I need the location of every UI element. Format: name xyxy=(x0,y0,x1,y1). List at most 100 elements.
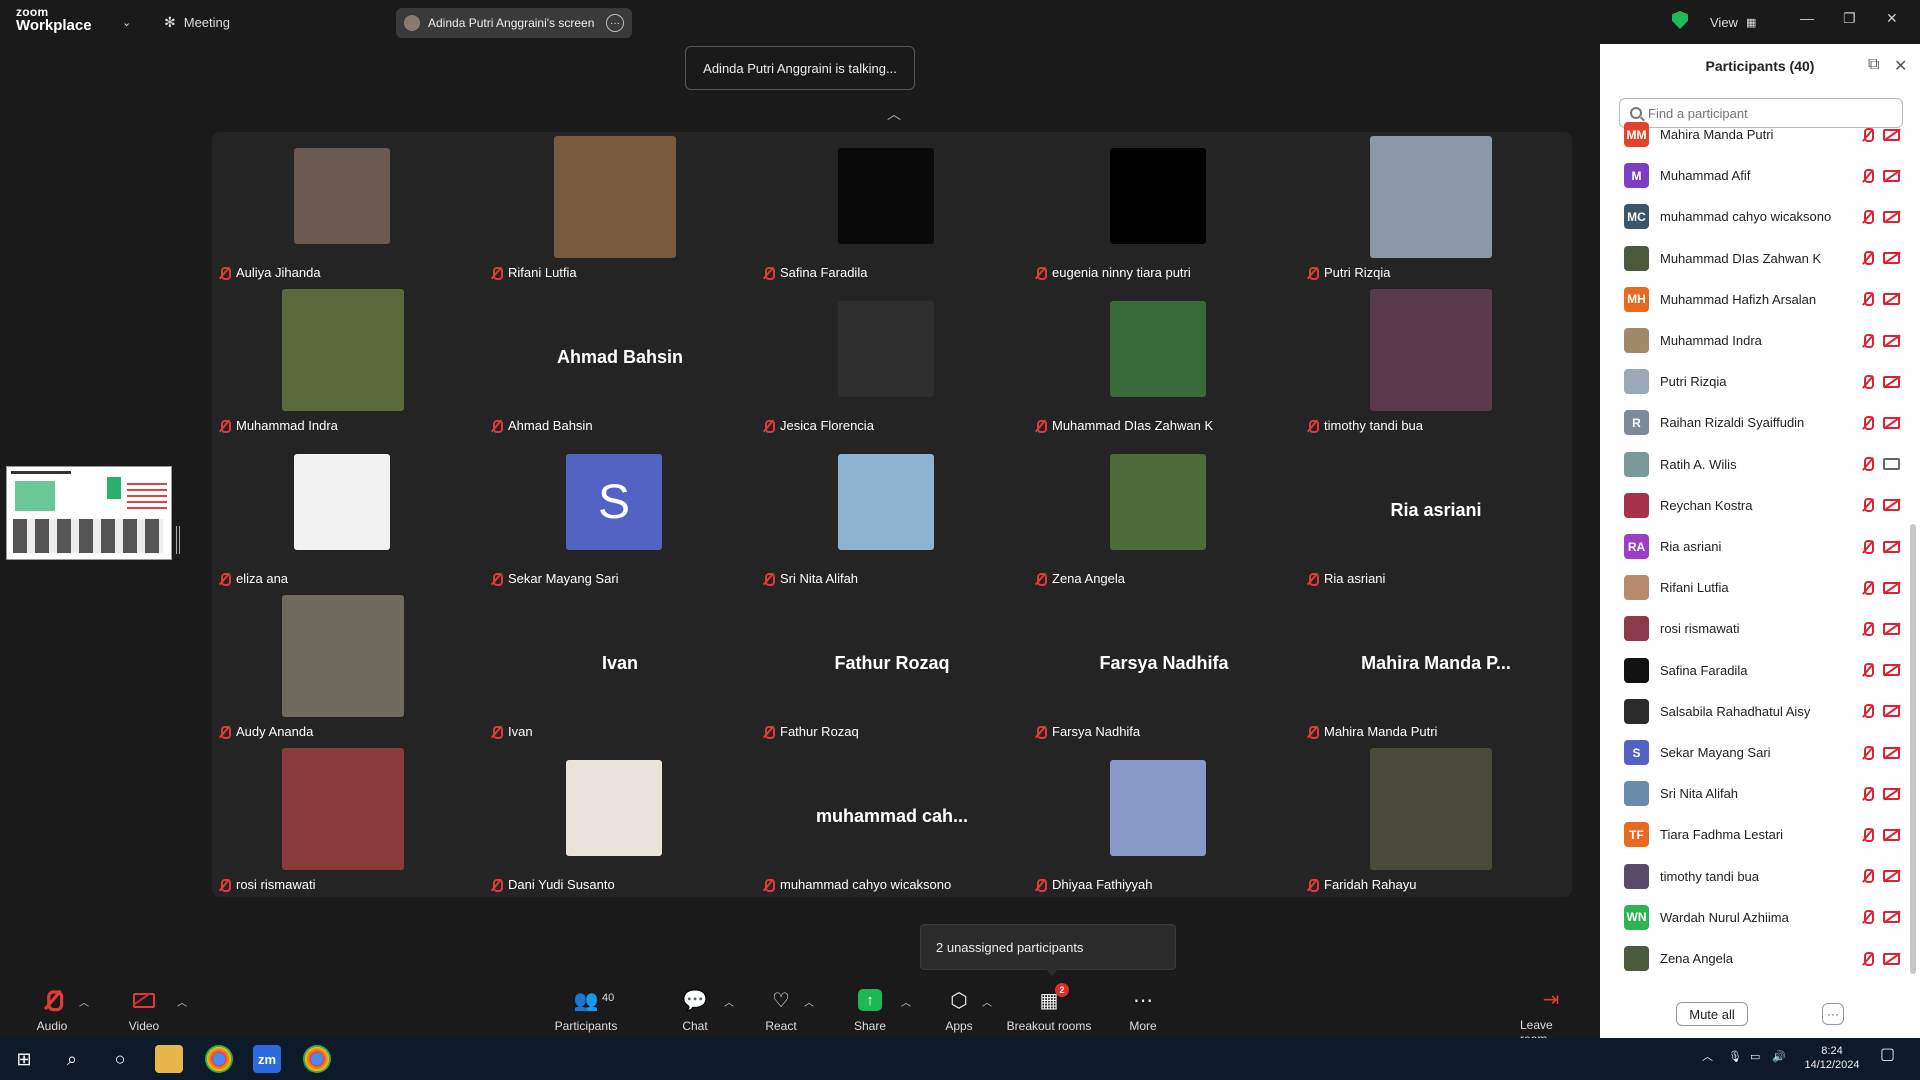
video-off-icon[interactable] xyxy=(1883,210,1900,223)
mic-muted-icon[interactable] xyxy=(1860,457,1874,472)
restore-icon[interactable]: ❐ xyxy=(1843,10,1856,27)
participant-tile[interactable]: Sri Nita Alifah xyxy=(756,438,1028,591)
react-button[interactable]: ♡ React xyxy=(763,980,799,1038)
mic-muted-icon[interactable] xyxy=(1860,127,1874,142)
video-caret-icon[interactable]: ︿ xyxy=(177,994,187,1009)
participant-tile[interactable]: Faridah Rahayu xyxy=(1300,744,1572,897)
search-icon[interactable]: ⌕ xyxy=(58,1045,86,1073)
mic-muted-icon[interactable] xyxy=(1860,621,1874,636)
participant-tile[interactable]: eliza ana xyxy=(212,438,484,591)
participant-tile[interactable]: Dhiyaa Fathiyyah xyxy=(1028,744,1300,897)
minimize-icon[interactable]: — xyxy=(1800,10,1814,26)
mic-muted-icon[interactable] xyxy=(1860,168,1874,183)
video-off-icon[interactable] xyxy=(1883,540,1900,553)
participant-tile[interactable]: Mahira Manda P... Mahira Manda Putri xyxy=(1300,591,1572,744)
participant-row[interactable]: Putri Rizqia xyxy=(1600,361,1900,402)
scrollbar[interactable] xyxy=(1910,524,1916,974)
leave-room-button[interactable]: ⇥ Leave room xyxy=(1520,980,1582,1046)
video-off-icon[interactable] xyxy=(1883,169,1900,182)
mic-muted-icon[interactable] xyxy=(1860,745,1874,760)
participant-row[interactable]: Safina Faradila xyxy=(1600,650,1900,691)
participant-row[interactable]: Rifani Lutfia xyxy=(1600,567,1900,608)
tray-chevron-icon[interactable]: ︿ xyxy=(1702,1050,1713,1064)
participant-row[interactable]: RA Ria asriani xyxy=(1600,526,1900,567)
close-icon[interactable]: ✕ xyxy=(1886,10,1898,27)
mic-muted-icon[interactable] xyxy=(1860,333,1874,348)
network-icon[interactable]: ▭ xyxy=(1750,1050,1760,1064)
mic-muted-icon[interactable] xyxy=(1860,827,1874,842)
audio-button[interactable]: Audio xyxy=(36,980,68,1038)
participant-row[interactable]: Reychan Kostra xyxy=(1600,485,1900,526)
participant-tile[interactable]: Audy Ananda xyxy=(212,591,484,744)
mic-muted-icon[interactable] xyxy=(1860,539,1874,554)
video-off-icon[interactable] xyxy=(1883,581,1900,594)
participant-tile[interactable]: Farsya Nadhifa Farsya Nadhifa xyxy=(1028,591,1300,744)
participant-row[interactable]: Zena Angela xyxy=(1600,938,1900,979)
mic-muted-icon[interactable] xyxy=(1860,292,1874,307)
mute-all-button[interactable]: Mute all xyxy=(1676,1002,1748,1026)
participant-tile[interactable]: Zena Angela xyxy=(1028,438,1300,591)
video-off-icon[interactable] xyxy=(1883,787,1900,800)
participant-tile[interactable]: Dani Yudi Susanto xyxy=(484,744,756,897)
participant-tile[interactable]: Ahmad Bahsin Ahmad Bahsin xyxy=(484,285,756,438)
participant-row[interactable]: WN Wardah Nurul Azhiima xyxy=(1600,897,1900,938)
mic-muted-icon[interactable] xyxy=(1860,251,1874,266)
participant-tile[interactable]: Muhammad Indra xyxy=(212,285,484,438)
chevron-down-icon[interactable]: ⌄ xyxy=(122,10,131,34)
clock[interactable]: 8:24 14/12/2024 xyxy=(1804,1044,1860,1072)
apps-button[interactable]: ⬡ Apps xyxy=(944,980,974,1038)
zoom-taskbar-icon[interactable]: zm xyxy=(253,1045,281,1073)
participant-tile[interactable]: Rifani Lutfia xyxy=(484,132,756,285)
video-off-icon[interactable] xyxy=(1883,128,1900,141)
mic-muted-icon[interactable] xyxy=(1860,910,1874,925)
participant-tile[interactable]: Muhammad DIas Zahwan K xyxy=(1028,285,1300,438)
video-off-icon[interactable] xyxy=(1883,828,1900,841)
video-off-icon[interactable] xyxy=(1883,375,1900,388)
video-off-icon[interactable] xyxy=(1883,499,1900,512)
participant-row[interactable]: MM Mahira Manda Putri xyxy=(1600,114,1900,155)
participant-row[interactable]: timothy tandi bua xyxy=(1600,856,1900,897)
mic-muted-icon[interactable] xyxy=(1860,869,1874,884)
apps-caret-icon[interactable]: ︿ xyxy=(982,994,992,1009)
video-off-icon[interactable] xyxy=(1883,334,1900,347)
video-off-icon[interactable] xyxy=(1883,746,1900,759)
screen-share-pill[interactable]: Adinda Putri Anggraini's screen ··· xyxy=(396,8,632,38)
participant-tile[interactable]: rosi rismawati xyxy=(212,744,484,897)
participant-row[interactable]: rosi rismawati xyxy=(1600,608,1900,649)
mic-muted-icon[interactable] xyxy=(1860,663,1874,678)
participant-row[interactable]: Salsabila Rahadhatul Aisy xyxy=(1600,691,1900,732)
share-button[interactable]: ↑ Share xyxy=(854,980,886,1038)
participant-tile[interactable]: Safina Faradila xyxy=(756,132,1028,285)
mic-muted-icon[interactable] xyxy=(1860,374,1874,389)
shield-icon[interactable] xyxy=(1672,11,1688,29)
participant-row[interactable]: Muhammad Indra xyxy=(1600,320,1900,361)
participant-row[interactable]: S Sekar Mayang Sari xyxy=(1600,732,1900,773)
more-icon[interactable]: ··· xyxy=(1822,1003,1844,1025)
mic-muted-icon[interactable] xyxy=(1860,786,1874,801)
participant-row[interactable]: MH Muhammad Hafizh Arsalan xyxy=(1600,279,1900,320)
video-off-icon[interactable] xyxy=(1883,293,1900,306)
video-off-icon[interactable] xyxy=(1883,870,1900,883)
chrome-profile-icon[interactable] xyxy=(303,1045,331,1073)
participant-tile[interactable]: Putri Rizqia xyxy=(1300,132,1572,285)
pop-out-icon[interactable]: ⧉ xyxy=(1868,56,1879,74)
participant-row[interactable]: Muhammad DIas Zahwan K xyxy=(1600,238,1900,279)
participant-tile[interactable]: Fathur Rozaq Fathur Rozaq xyxy=(756,591,1028,744)
participant-row[interactable]: Ratih A. Wilis xyxy=(1600,444,1900,485)
mic-muted-icon[interactable] xyxy=(1860,498,1874,513)
video-on-icon[interactable] xyxy=(1883,458,1900,471)
view-button[interactable]: View ▦ xyxy=(1710,10,1756,34)
close-panel-icon[interactable]: ✕ xyxy=(1894,56,1907,76)
thumbnail-resize-handle[interactable] xyxy=(176,526,180,554)
more-button[interactable]: ⋯ More xyxy=(1128,980,1158,1038)
audio-caret-icon[interactable]: ︿ xyxy=(79,994,89,1009)
chrome-icon[interactable] xyxy=(205,1045,233,1073)
more-options-icon[interactable]: ··· xyxy=(606,14,624,32)
participant-tile[interactable]: timothy tandi bua xyxy=(1300,285,1572,438)
mic-muted-icon[interactable] xyxy=(1860,580,1874,595)
video-off-icon[interactable] xyxy=(1883,911,1900,924)
video-off-icon[interactable] xyxy=(1883,664,1900,677)
mic-muted-icon[interactable] xyxy=(1860,415,1874,430)
participant-row[interactable]: R Raihan Rizaldi Syaiffudin xyxy=(1600,402,1900,443)
video-off-icon[interactable] xyxy=(1883,952,1900,965)
